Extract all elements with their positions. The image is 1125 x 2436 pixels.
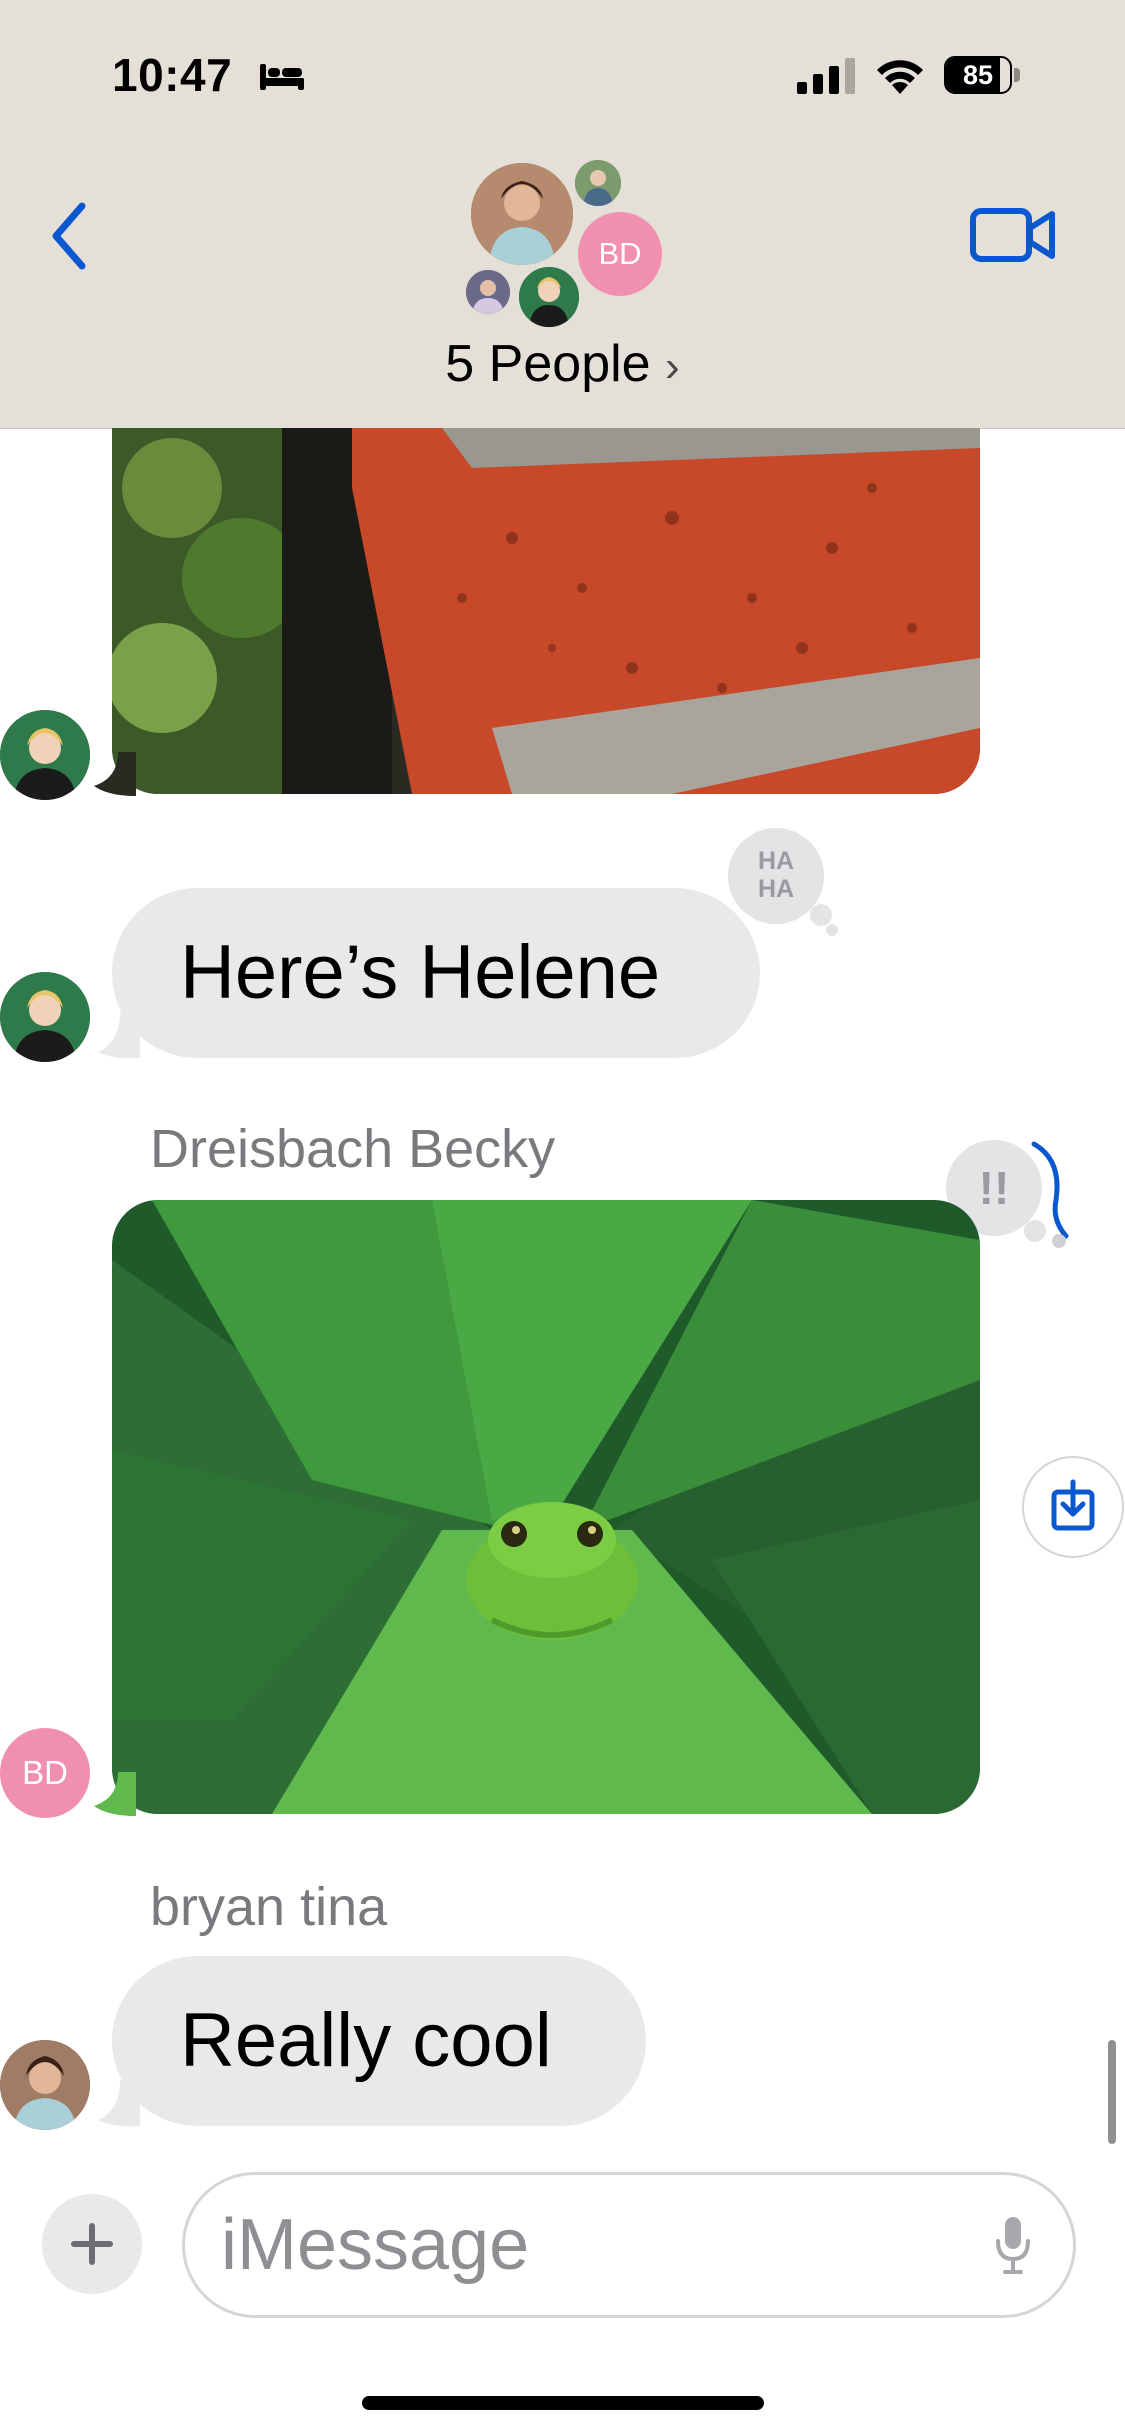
sender-avatar[interactable]: BD (0, 1728, 90, 1818)
group-title-text: 5 People (445, 335, 651, 393)
cellular-signal-icon (797, 58, 855, 94)
group-avatar-main[interactable] (468, 160, 576, 268)
bubble-tail (94, 1772, 136, 1816)
apps-plus-button[interactable] (42, 2194, 142, 2294)
bubble-tail (98, 2080, 140, 2127)
group-avatar-small (466, 270, 510, 314)
tapback-tail-dot (826, 924, 838, 936)
group-avatar-initials: BD (574, 208, 666, 300)
chevron-left-icon[interactable] (44, 198, 94, 274)
microphone-icon[interactable] (993, 2215, 1033, 2275)
bubble-tail (94, 752, 136, 796)
sender-name: Dreisbach Becky (150, 1119, 556, 1179)
sender-name: bryan tina (150, 1877, 388, 1937)
battery-percent: 85 (962, 60, 994, 90)
status-time: 10:47 (112, 49, 233, 101)
bubble-tail (98, 1012, 140, 1059)
message-text: Really cool (180, 1998, 552, 2083)
photo-message[interactable] (112, 428, 980, 794)
haha-tapback-line1: HA (757, 847, 795, 875)
message-input-placeholder: iMessage (221, 2205, 530, 2285)
battery-indicator: 85 (944, 56, 1024, 96)
haha-tapback[interactable]: HA HA (728, 828, 824, 924)
photo-message[interactable] (112, 1200, 980, 1814)
sender-avatar[interactable] (0, 710, 90, 800)
sender-avatar[interactable] (0, 972, 90, 1062)
haha-tapback-line2: HA (757, 875, 795, 903)
tapback-tail-dot (810, 904, 832, 926)
download-icon (1051, 1479, 1095, 1531)
save-photo-button[interactable] (1022, 1456, 1124, 1558)
tapback-tail-dot (1024, 1220, 1046, 1242)
message-bubble[interactable]: Here’s Helene (112, 888, 760, 1058)
group-avatar-small (575, 160, 621, 206)
message-input[interactable]: iMessage (182, 2172, 1076, 2318)
tapback-tail-dot (1052, 1234, 1066, 1248)
video-camera-icon[interactable] (970, 206, 1056, 264)
group-title[interactable]: 5 People › (0, 334, 1125, 394)
chevron-right-icon: › (665, 342, 680, 391)
conversation-header: 10:47 85 BD 5 People › (0, 0, 1125, 429)
plus-icon (71, 2223, 113, 2265)
message-text: Here’s Helene (180, 930, 661, 1015)
scrollbar[interactable] (1108, 2040, 1116, 2144)
home-indicator (362, 2396, 764, 2410)
sleep-focus-icon (260, 64, 304, 90)
message-bubble[interactable]: Really cool (112, 1956, 646, 2126)
sender-avatar[interactable] (0, 2040, 90, 2130)
group-avatar-small (516, 264, 582, 330)
wifi-icon (877, 60, 923, 94)
